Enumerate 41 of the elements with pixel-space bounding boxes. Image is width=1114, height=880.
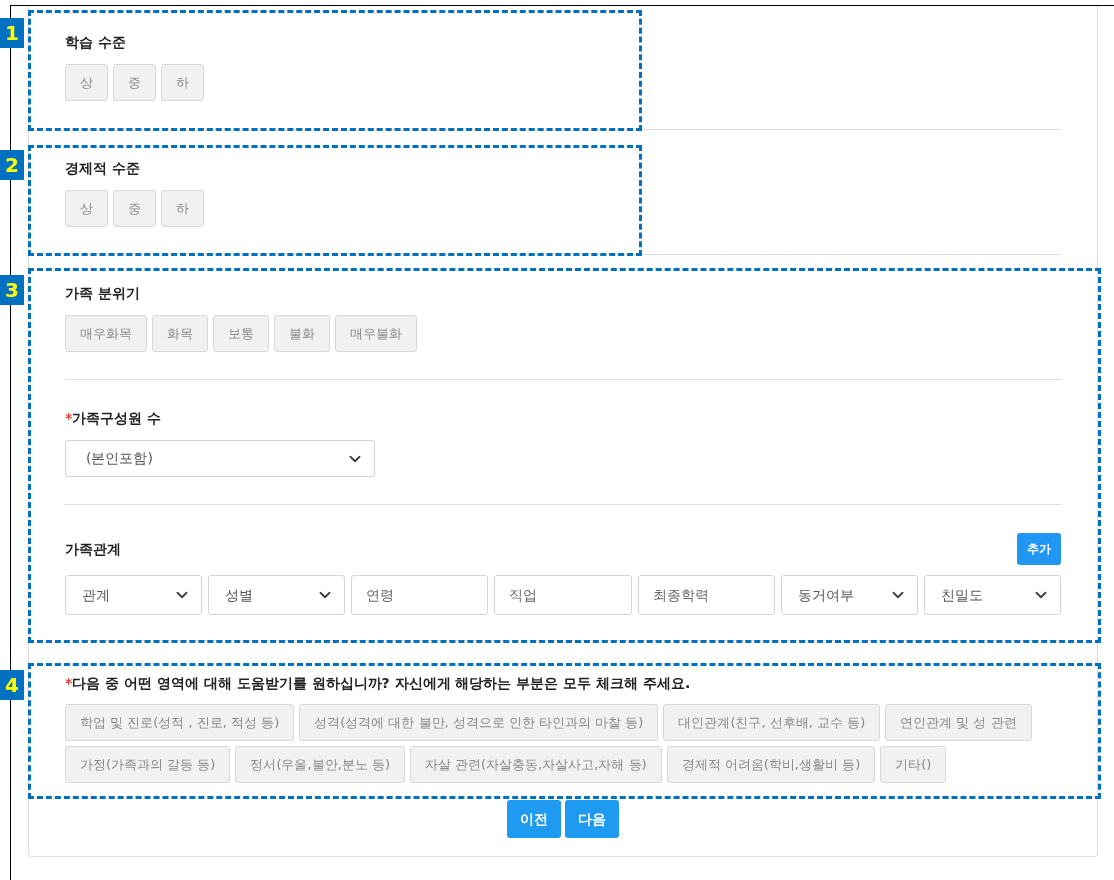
- option-button[interactable]: 하: [161, 190, 204, 227]
- option-button[interactable]: 중: [113, 64, 156, 101]
- member-count-select[interactable]: (본인포함): [65, 440, 375, 477]
- option-button[interactable]: 성격(성격에 대한 불만, 성격으로 인한 타인과의 마찰 등): [299, 704, 659, 741]
- question-text: *다음 중 어떤 영역에 대해 도움받기를 원하십니까? 자신에게 해당하는 부분은 모두 체크해 주세요.: [65, 674, 692, 693]
- add-button[interactable]: 추가: [1017, 533, 1061, 565]
- option-button[interactable]: 기타(): [880, 746, 947, 783]
- option-button[interactable]: 대인관계(친구, 선후배, 교수 등): [663, 704, 881, 741]
- option-button[interactable]: 자살 관련(자살충동,자살사고,자해 등): [409, 746, 662, 783]
- annotation-badge: 2: [0, 150, 24, 180]
- input-field[interactable]: 최종학력: [637, 575, 775, 615]
- option-button[interactable]: 상: [65, 64, 108, 101]
- section-title: 학습 수준: [65, 33, 127, 52]
- select-field[interactable]: 친밀도: [923, 575, 1061, 615]
- section-title: 가족 분위기: [65, 284, 141, 303]
- option-button[interactable]: 중: [113, 190, 156, 227]
- option-button[interactable]: 하: [161, 64, 204, 101]
- section-title: 가족관계: [65, 539, 121, 559]
- annotation-badge: 4: [0, 670, 24, 700]
- option-button[interactable]: 연인관계 및 성 관련: [885, 704, 1032, 741]
- option-button[interactable]: 화목: [152, 315, 208, 352]
- option-button[interactable]: 상: [65, 190, 108, 227]
- select-field[interactable]: 성별: [208, 575, 346, 615]
- select-field[interactable]: 관계: [65, 575, 203, 615]
- section-title: 경제적 수준: [65, 159, 141, 178]
- input-field[interactable]: 연령: [351, 575, 489, 615]
- option-button[interactable]: 불화: [274, 315, 330, 352]
- option-button[interactable]: 정서(우울,불안,분노 등): [235, 746, 405, 783]
- section-title: *가족구성원 수: [65, 409, 163, 428]
- option-button[interactable]: 보통: [213, 315, 269, 352]
- input-field[interactable]: 직업: [494, 575, 632, 615]
- option-button[interactable]: 가정(가족과의 갈등 등): [65, 746, 231, 783]
- option-button[interactable]: 경제적 어려움(학비,생활비 등): [666, 746, 876, 783]
- option-button[interactable]: 매우불화: [335, 315, 417, 352]
- option-button[interactable]: 매우화목: [65, 315, 147, 352]
- option-button[interactable]: 학업 및 진로(성적 , 진로, 적성 등): [65, 704, 295, 741]
- annotation-badge: 1: [0, 18, 24, 48]
- annotation-badge: 3: [0, 275, 24, 305]
- nav-button[interactable]: 다음: [565, 800, 619, 838]
- select-field[interactable]: 동거여부: [780, 575, 918, 615]
- nav-button[interactable]: 이전: [507, 800, 561, 838]
